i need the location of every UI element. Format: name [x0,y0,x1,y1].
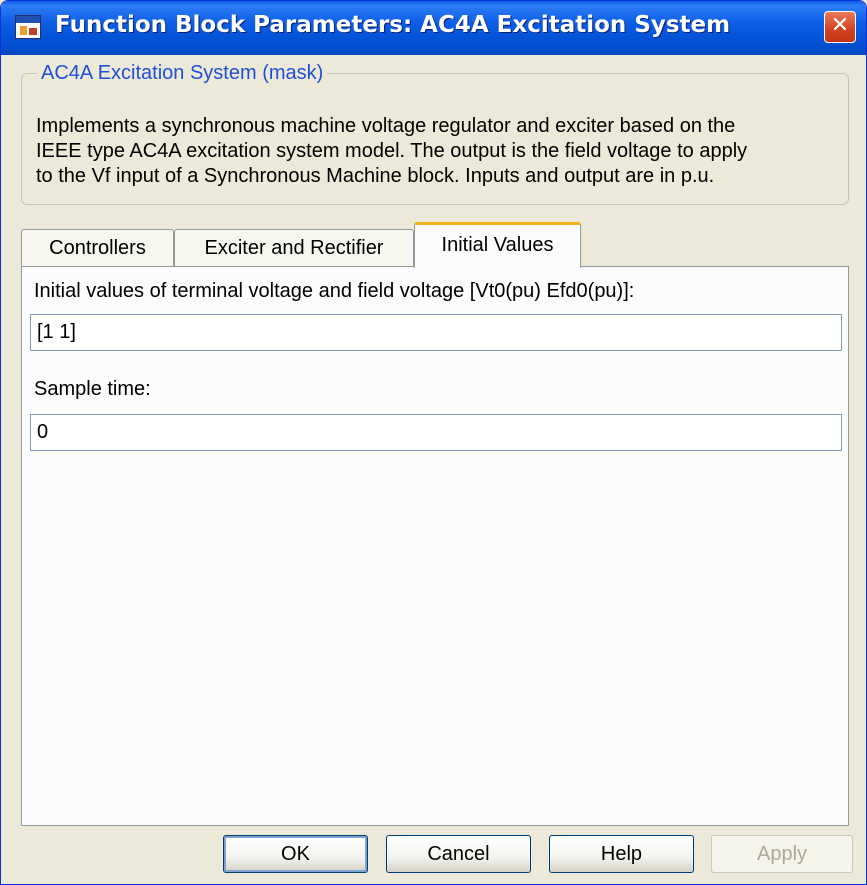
window-title: Function Block Parameters: AC4A Excitati… [55,12,731,38]
title-bar[interactable]: Function Block Parameters: AC4A Excitati… [1,1,866,55]
description-line: IEEE type AC4A excitation system model. … [36,140,748,162]
ok-button[interactable]: OK [223,835,368,873]
simulink-block-icon [15,15,41,39]
description-line: to the Vf input of a Synchronous Machine… [36,165,715,187]
mask-group-legend: AC4A Excitation System (mask) [37,60,328,86]
mask-description: Implements a synchronous machine voltage… [36,114,836,189]
sample-time-label: Sample time: [34,378,151,400]
tab-exciter-and-rectifier[interactable]: Exciter and Rectifier [174,229,414,267]
cancel-button[interactable]: Cancel [386,835,531,873]
apply-button[interactable]: Apply [711,835,853,873]
description-line: Implements a synchronous machine voltage… [36,115,736,137]
help-button[interactable]: Help [549,835,694,873]
dialog-window: Function Block Parameters: AC4A Excitati… [0,0,867,885]
sample-time-input[interactable] [30,414,842,451]
tab-initial-values[interactable]: Initial Values [414,222,581,268]
close-icon: ✕ [830,13,850,38]
tab-controllers[interactable]: Controllers [21,229,174,267]
initial-values-input[interactable] [30,314,842,351]
close-button[interactable]: ✕ [824,11,856,43]
initial-values-label: Initial values of terminal voltage and f… [34,280,635,302]
